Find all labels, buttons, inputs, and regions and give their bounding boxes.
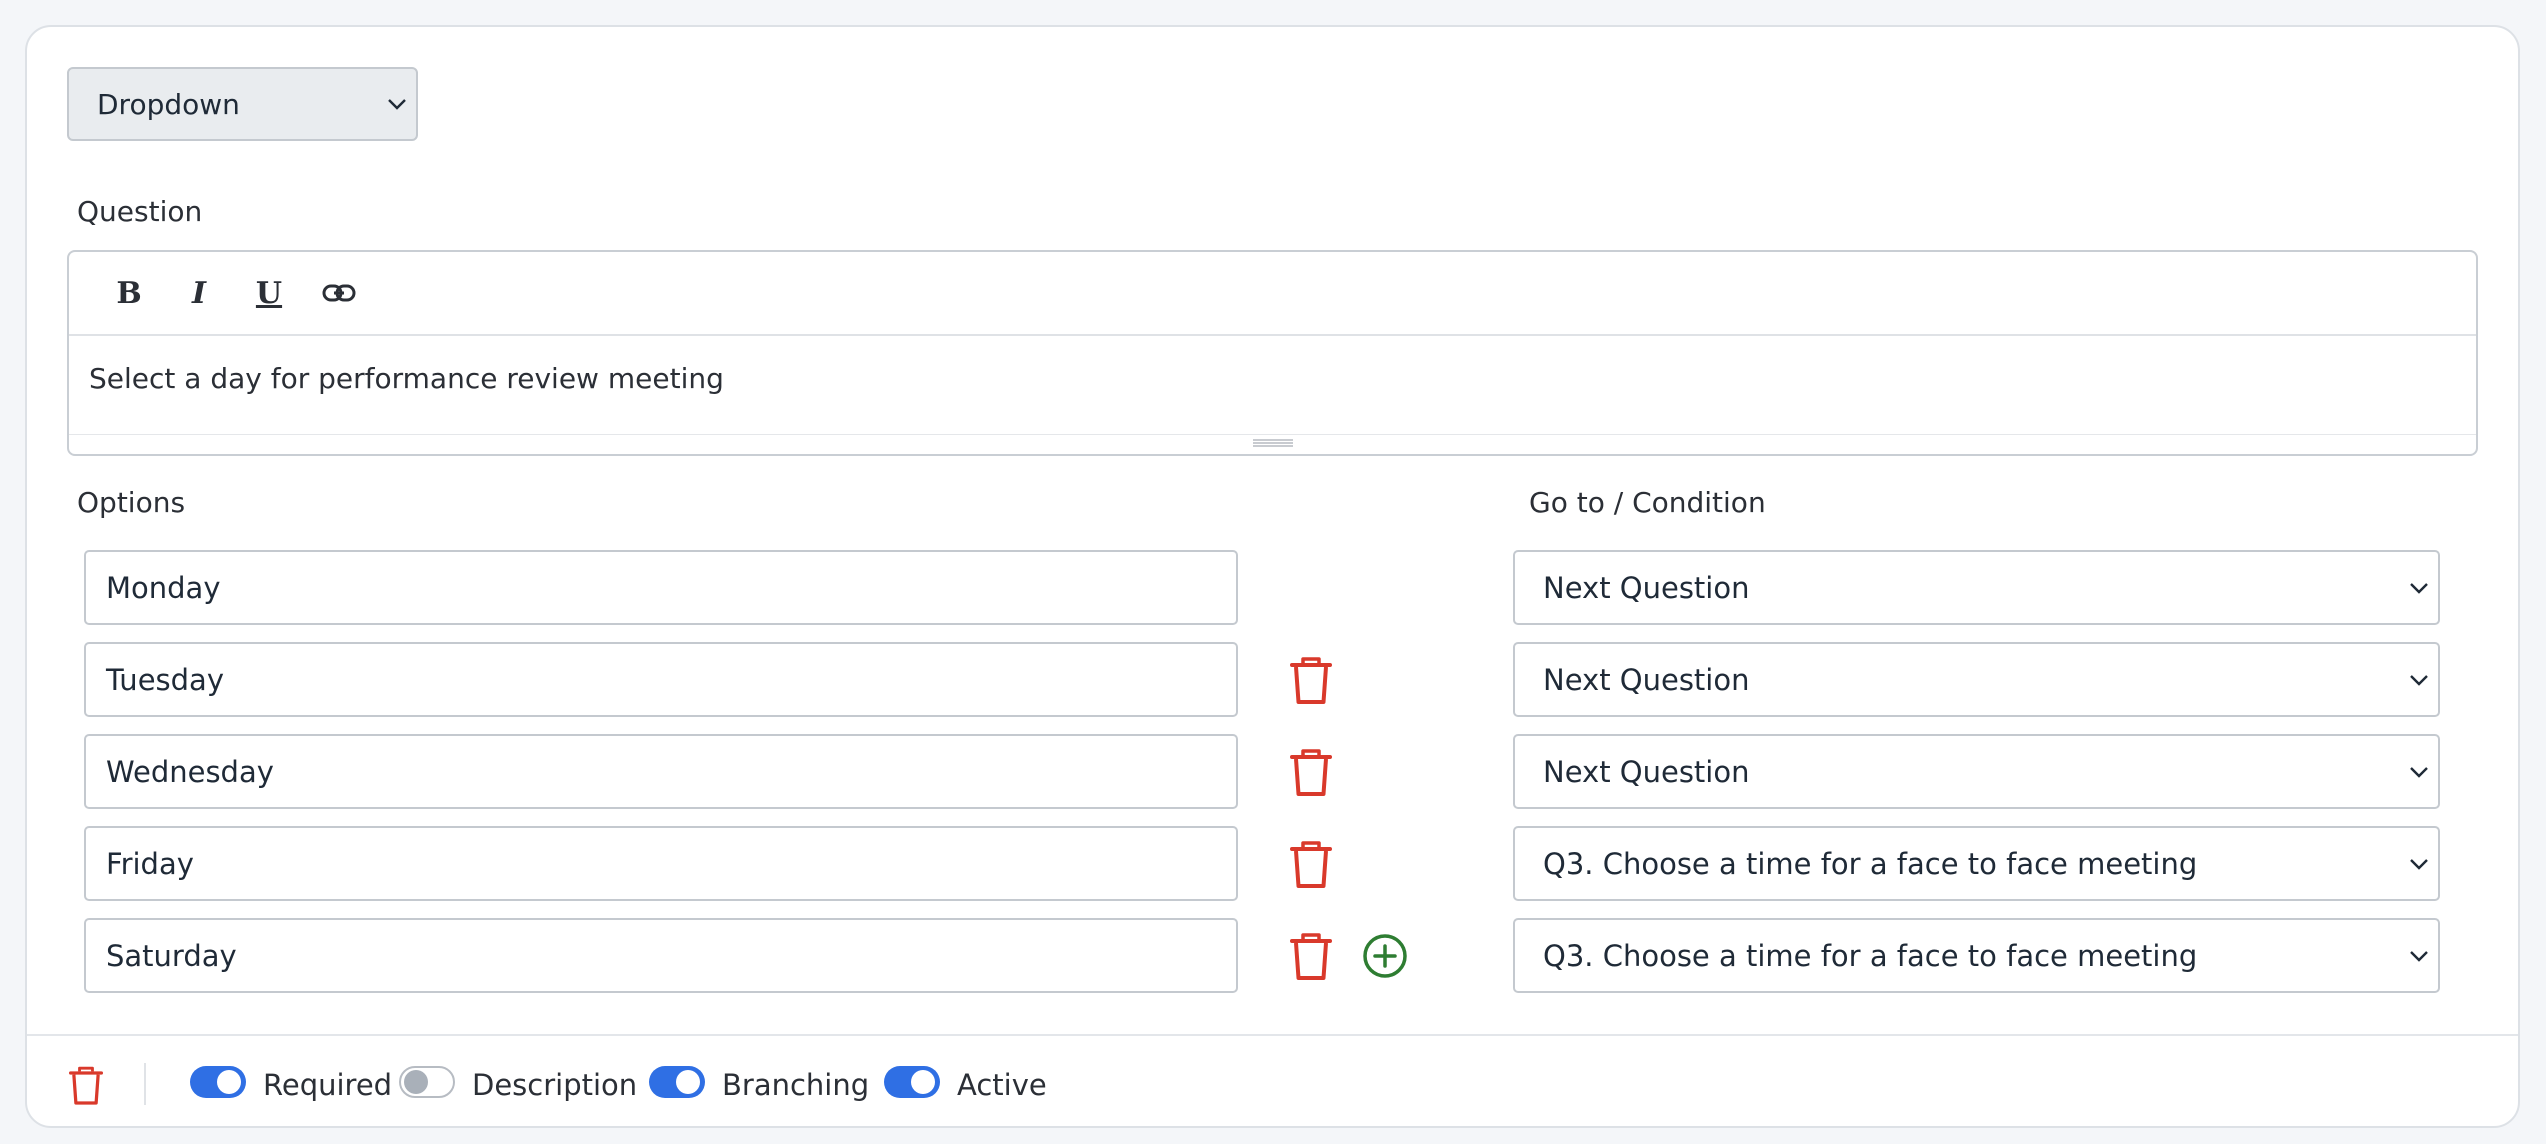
option-input[interactable]: Tuesday bbox=[84, 642, 1238, 717]
question-label: Question bbox=[77, 195, 203, 228]
editor-toolbar: B I U bbox=[69, 252, 2476, 336]
goto-value: Next Question bbox=[1543, 662, 1750, 697]
goto-select[interactable]: Next Question bbox=[1513, 642, 2440, 717]
option-input[interactable]: Monday bbox=[84, 550, 1238, 625]
resize-handle-icon[interactable] bbox=[1252, 438, 1293, 448]
chevron-down-icon bbox=[2410, 674, 2428, 686]
underline-button[interactable]: U bbox=[234, 268, 304, 318]
description-toggle[interactable] bbox=[399, 1066, 455, 1098]
bold-button[interactable]: B bbox=[94, 268, 164, 318]
toggle-knob bbox=[911, 1070, 935, 1094]
footer-divider bbox=[144, 1063, 146, 1105]
question-type-value: Dropdown bbox=[97, 87, 240, 121]
goto-value: Q3. Choose a time for a face to face mee… bbox=[1543, 846, 2198, 881]
option-input[interactable]: Saturday bbox=[84, 918, 1238, 993]
delete-question-icon[interactable] bbox=[69, 1066, 103, 1106]
question-footer: Required Description Branching Active bbox=[27, 1034, 2518, 1128]
option-value: Friday bbox=[106, 846, 194, 881]
chevron-down-icon bbox=[388, 99, 406, 110]
option-input[interactable]: Wednesday bbox=[84, 734, 1238, 809]
goto-select[interactable]: Q3. Choose a time for a face to face mee… bbox=[1513, 826, 2440, 901]
option-input[interactable]: Friday bbox=[84, 826, 1238, 901]
chevron-down-icon bbox=[2410, 950, 2428, 962]
goto-value: Next Question bbox=[1543, 754, 1750, 789]
toggle-knob bbox=[676, 1070, 700, 1094]
goto-condition-label: Go to / Condition bbox=[1529, 486, 1766, 519]
description-label: Description bbox=[472, 1068, 638, 1102]
delete-option-icon[interactable] bbox=[1290, 657, 1332, 705]
branching-toggle[interactable] bbox=[649, 1066, 705, 1098]
goto-select[interactable]: Q3. Choose a time for a face to face mee… bbox=[1513, 918, 2440, 993]
chevron-down-icon bbox=[2410, 582, 2428, 594]
goto-select[interactable]: Next Question bbox=[1513, 550, 2440, 625]
delete-option-icon[interactable] bbox=[1290, 933, 1332, 981]
branching-label: Branching bbox=[722, 1068, 870, 1102]
chevron-down-icon bbox=[2410, 766, 2428, 778]
goto-select[interactable]: Next Question bbox=[1513, 734, 2440, 809]
option-value: Wednesday bbox=[106, 754, 274, 789]
link-button[interactable] bbox=[304, 268, 374, 318]
goto-value: Q3. Choose a time for a face to face mee… bbox=[1543, 938, 2198, 973]
question-type-select[interactable]: Dropdown bbox=[67, 67, 418, 141]
delete-option-icon[interactable] bbox=[1290, 841, 1332, 889]
question-card: Dropdown Question B I U Select a day for… bbox=[25, 25, 2520, 1128]
chevron-down-icon bbox=[2410, 858, 2428, 870]
delete-option-icon[interactable] bbox=[1290, 749, 1332, 797]
option-value: Monday bbox=[106, 570, 221, 605]
required-toggle[interactable] bbox=[190, 1066, 246, 1098]
required-label: Required bbox=[263, 1068, 393, 1102]
toggle-knob bbox=[217, 1070, 241, 1094]
goto-value: Next Question bbox=[1543, 570, 1750, 605]
add-option-icon[interactable] bbox=[1362, 933, 1408, 979]
active-toggle[interactable] bbox=[884, 1066, 940, 1098]
question-text-area[interactable]: Select a day for performance review meet… bbox=[69, 336, 2476, 421]
options-label: Options bbox=[77, 486, 186, 519]
question-editor: B I U Select a day for performance revie… bbox=[67, 250, 2478, 456]
toggle-knob bbox=[404, 1070, 428, 1094]
italic-button[interactable]: I bbox=[164, 268, 234, 318]
link-icon bbox=[322, 284, 356, 302]
option-value: Tuesday bbox=[106, 662, 224, 697]
option-value: Saturday bbox=[106, 938, 237, 973]
active-label: Active bbox=[957, 1068, 1047, 1102]
